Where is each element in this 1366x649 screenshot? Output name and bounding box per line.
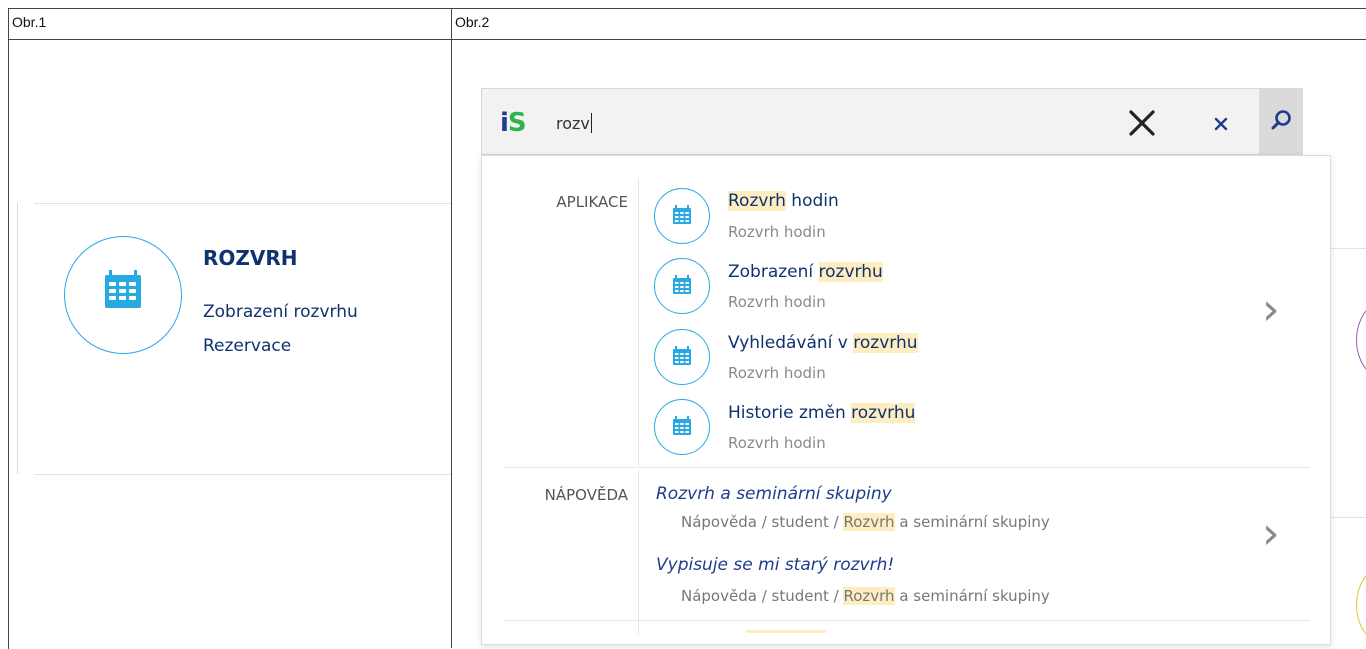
app-icon-circle (654, 188, 710, 244)
card-link-rezervace[interactable]: Rezervace (203, 336, 291, 356)
app-result-title: Zobrazení rozvrhu (728, 262, 883, 282)
caption-obr1: Obr.1 (12, 14, 47, 30)
card-icon-circle[interactable] (64, 236, 182, 354)
calendar-icon (672, 345, 691, 365)
search-icon (1271, 110, 1291, 130)
close-small-icon[interactable] (1214, 117, 1228, 131)
card-top-border (34, 203, 451, 204)
text-caret (590, 113, 592, 133)
search-bar (481, 88, 1303, 155)
close-icon[interactable] (1127, 108, 1157, 138)
search-input[interactable]: rozv (556, 113, 592, 133)
calendar-icon (672, 415, 691, 435)
card-title[interactable]: ROZVRH (203, 246, 298, 270)
table-divider-horizontal (8, 39, 1366, 40)
calendar-icon (672, 274, 691, 294)
app-result-subtitle: Rozvrh hodin (728, 364, 826, 382)
background-divider (1331, 517, 1366, 518)
app-result-title: Rozvrh hodin (728, 191, 839, 211)
search-submit-button[interactable] (1259, 88, 1303, 155)
background-divider (1331, 248, 1366, 249)
apps-more-chevron-icon[interactable]: › (1262, 288, 1280, 332)
section-divider (638, 178, 639, 466)
card-link-zobrazeni[interactable]: Zobrazení rozvrhu (203, 302, 358, 322)
search-results-panel (481, 155, 1331, 645)
app-result-title: Historie změn rozvrhu (728, 403, 916, 423)
help-result-title: Rozvrh a seminární skupiny (656, 484, 892, 504)
app-icon-circle (654, 329, 710, 385)
app-result-subtitle: Rozvrh hodin (728, 293, 826, 311)
caption-obr2: Obr.2 (455, 14, 490, 30)
app-result-subtitle: Rozvrh hodin (728, 434, 826, 452)
card-bottom-border (34, 474, 451, 475)
help-more-chevron-icon[interactable]: › (1262, 512, 1280, 556)
section-label-aplikace: APLIKACE (556, 193, 628, 211)
section-separator (504, 467, 1310, 468)
is-logo[interactable]: iS (500, 108, 527, 138)
help-result-path: Nápověda / student / Rozvrh a seminární … (681, 587, 1050, 605)
help-result-title: Vypisuje se mi starý rozvrh! (656, 555, 895, 575)
app-icon-circle (654, 258, 710, 314)
help-result-path: Nápověda / student / Rozvrh a seminární … (681, 513, 1050, 531)
section-label-napoveda: NÁPOVĚDA (544, 486, 628, 504)
app-icon-circle (654, 399, 710, 455)
calendar-icon (104, 269, 141, 308)
calendar-icon (672, 204, 691, 224)
app-result-title: Vyhledávání v rozvrhu (728, 333, 918, 353)
section-separator (504, 620, 1310, 621)
app-result-subtitle: Rozvrh hodin (728, 223, 826, 241)
section-divider (638, 470, 639, 635)
